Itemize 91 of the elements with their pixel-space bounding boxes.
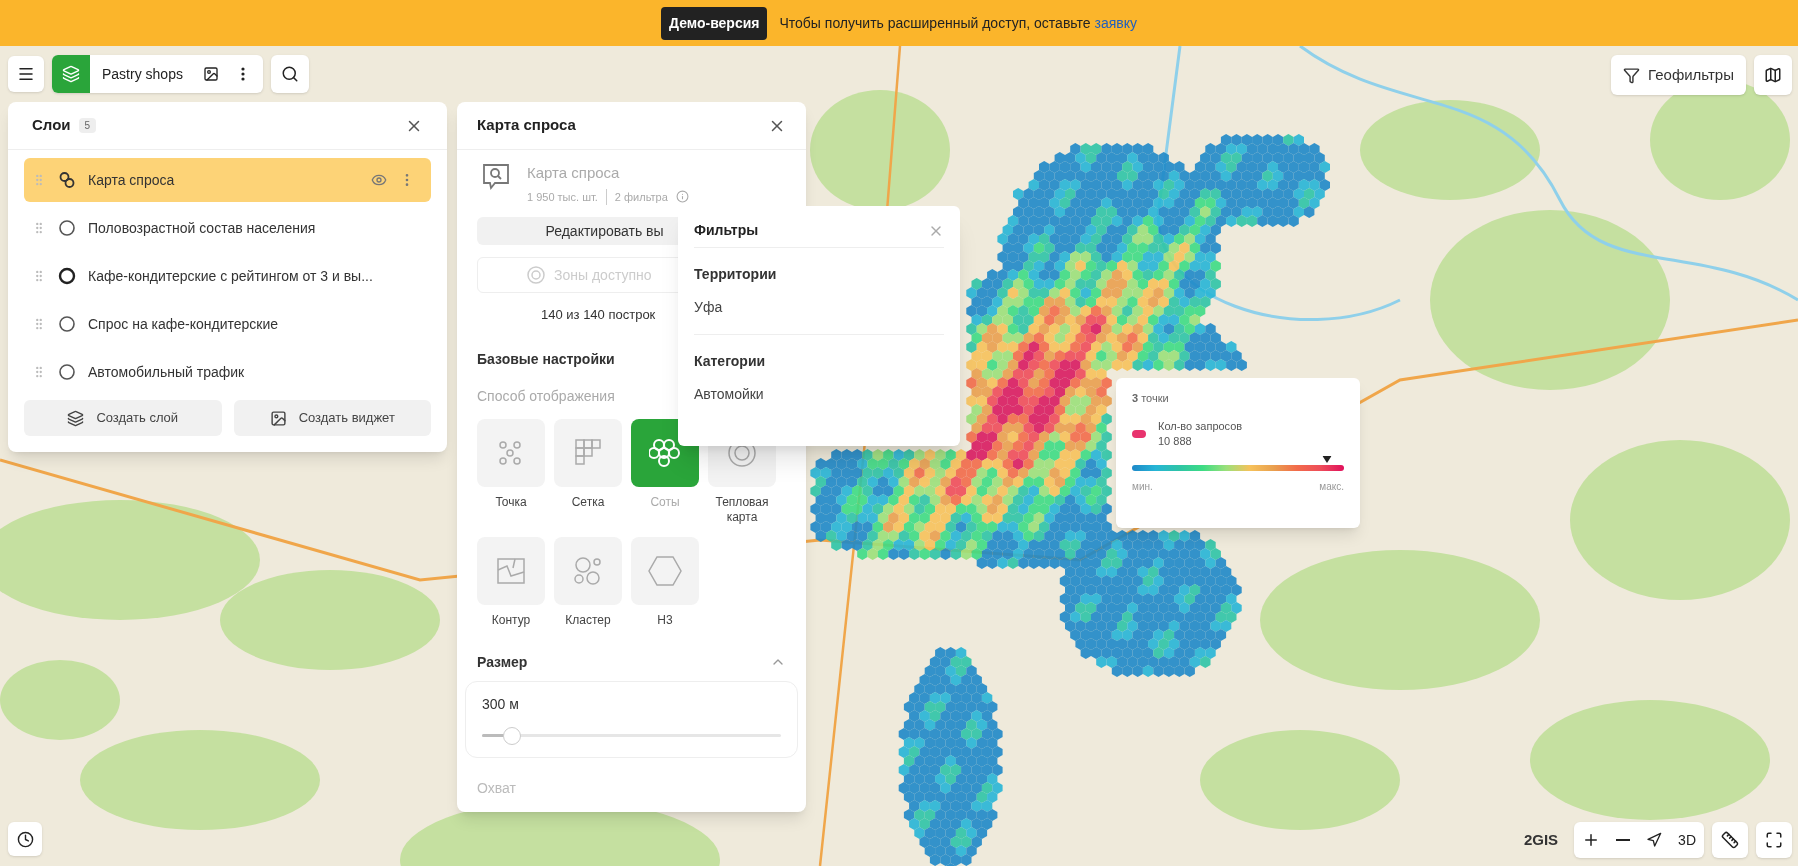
- layer-item[interactable]: Кафе-кондитерские с рейтингом от 3 и вы...: [24, 254, 431, 298]
- layer-name: Кафе-кондитерские с рейтингом от 3 и вы...: [88, 266, 373, 286]
- scale-max-label: макс.: [1319, 479, 1344, 494]
- metric-value: 10 888: [1158, 433, 1193, 449]
- image-icon: [202, 66, 219, 82]
- mode-label: Кластер: [565, 612, 611, 628]
- filter-icon: [1623, 66, 1641, 84]
- layer-name: Половозрастной состав населения: [88, 218, 316, 238]
- hexagon-icon: [648, 555, 682, 586]
- circle-icon: [58, 315, 76, 333]
- geofilter-button[interactable]: Геофильтры: [1611, 55, 1746, 95]
- panel-title: Слои: [32, 115, 71, 136]
- target-icon: [526, 265, 546, 285]
- search-icon: [280, 65, 299, 83]
- map-icon: [1764, 66, 1782, 84]
- metric-name: Кол-во запросов: [1158, 418, 1243, 434]
- filter-value: Автомойки: [694, 385, 765, 404]
- popup-title: Фильтры: [694, 221, 759, 240]
- size-slider[interactable]: [482, 726, 781, 745]
- layer-item[interactable]: Автомобильный трафик: [24, 350, 431, 394]
- circle-icon: [58, 219, 76, 237]
- create-button[interactable]: Создать виджет: [233, 400, 431, 436]
- display-mode-tile[interactable]: [477, 418, 545, 487]
- menu-icon: [17, 65, 35, 83]
- panel-title: Карта спроса: [477, 115, 576, 136]
- mode-label: Контур: [491, 612, 531, 628]
- fullscreen-icon: [1765, 831, 1783, 849]
- filter-value: Уфа: [694, 298, 724, 317]
- section-title: Базовые настройки: [477, 349, 615, 369]
- size-title: Размер: [477, 652, 528, 672]
- circle-icon: [58, 363, 76, 381]
- coverage-title: Охват: [477, 778, 516, 798]
- layer-item[interactable]: Спрос на кафе-кондитерские: [24, 302, 431, 346]
- mode-label: Соты: [650, 494, 680, 510]
- slider-thumb[interactable]: [502, 726, 521, 745]
- display-mode-tile[interactable]: [554, 536, 622, 605]
- scale-min-label: мин.: [1132, 479, 1153, 494]
- display-mode-tile[interactable]: [477, 536, 545, 605]
- circle-icon: [58, 267, 76, 285]
- size-value: 300 м: [482, 694, 520, 714]
- layers-button[interactable]: [52, 55, 90, 93]
- grid-icon: [575, 438, 601, 467]
- layer-name: Спрос на кафе-кондитерские: [88, 314, 279, 334]
- display-mode-tile[interactable]: [554, 418, 622, 487]
- filter-group-title: Категории: [694, 352, 767, 371]
- map-book-button[interactable]: [1754, 55, 1792, 95]
- layer-name: Карта спроса: [88, 170, 175, 190]
- compass-icon: [1646, 832, 1663, 848]
- layer-count: 1 950 тыс. шт.: [527, 189, 598, 205]
- count-badge: 5: [78, 118, 97, 133]
- eye-icon[interactable]: [371, 172, 387, 188]
- more-icon: [240, 67, 245, 81]
- bubbles-icon: [573, 555, 603, 586]
- legend-swatch: [1132, 429, 1146, 438]
- mode-label: H3: [657, 612, 673, 628]
- layer-source-name: Карта спроса: [527, 163, 621, 183]
- filter-group-title: Территории: [694, 265, 778, 284]
- layer-item[interactable]: Карта спроса: [24, 158, 431, 202]
- project-name: Pastry shops: [102, 64, 183, 84]
- clock-icon: [16, 830, 34, 848]
- image-icon: [269, 409, 287, 427]
- outline-map-icon: [497, 557, 525, 584]
- ruler-button[interactable]: [1712, 822, 1748, 858]
- 3d-button[interactable]: 3D: [1678, 829, 1696, 851]
- display-mode-tile[interactable]: [631, 536, 699, 605]
- compass-button[interactable]: [1646, 832, 1663, 848]
- demo-badge: Демо-версия: [661, 6, 768, 40]
- display-label: Способ отображения: [477, 386, 615, 406]
- info-icon[interactable]: [675, 190, 689, 204]
- create-button[interactable]: Создать слой: [24, 400, 222, 436]
- banner-text: Чтобы получить расширенный доступ, оставьте заявку: [779, 13, 1137, 33]
- honeycomb-icon: [649, 438, 681, 467]
- history-button[interactable]: [8, 822, 42, 856]
- mode-label: Тепловая карта: [714, 494, 770, 525]
- ruler-icon: [1721, 831, 1739, 849]
- minus-icon: [1616, 839, 1631, 841]
- fullscreen-button[interactable]: [1756, 822, 1792, 858]
- built-count: 140 из 140 построк: [541, 306, 656, 324]
- search-bubble-icon: [481, 162, 511, 192]
- menu-button[interactable]: [8, 56, 44, 92]
- filters-count: 2 фильтра: [605, 188, 668, 205]
- linked-circles-icon: [58, 171, 76, 189]
- layer-item[interactable]: Половозрастной состав населения: [24, 206, 431, 250]
- search-button[interactable]: [270, 55, 309, 93]
- mode-label: Точка: [495, 494, 527, 510]
- layer-name: Автомобильный трафик: [88, 362, 245, 382]
- layers-icon: [62, 65, 80, 83]
- mode-label: Сетка: [571, 494, 605, 510]
- map-logo: 2GIS: [1523, 829, 1559, 850]
- points-count: 3 точки: [1132, 391, 1170, 406]
- layers-plus-icon: [67, 409, 85, 427]
